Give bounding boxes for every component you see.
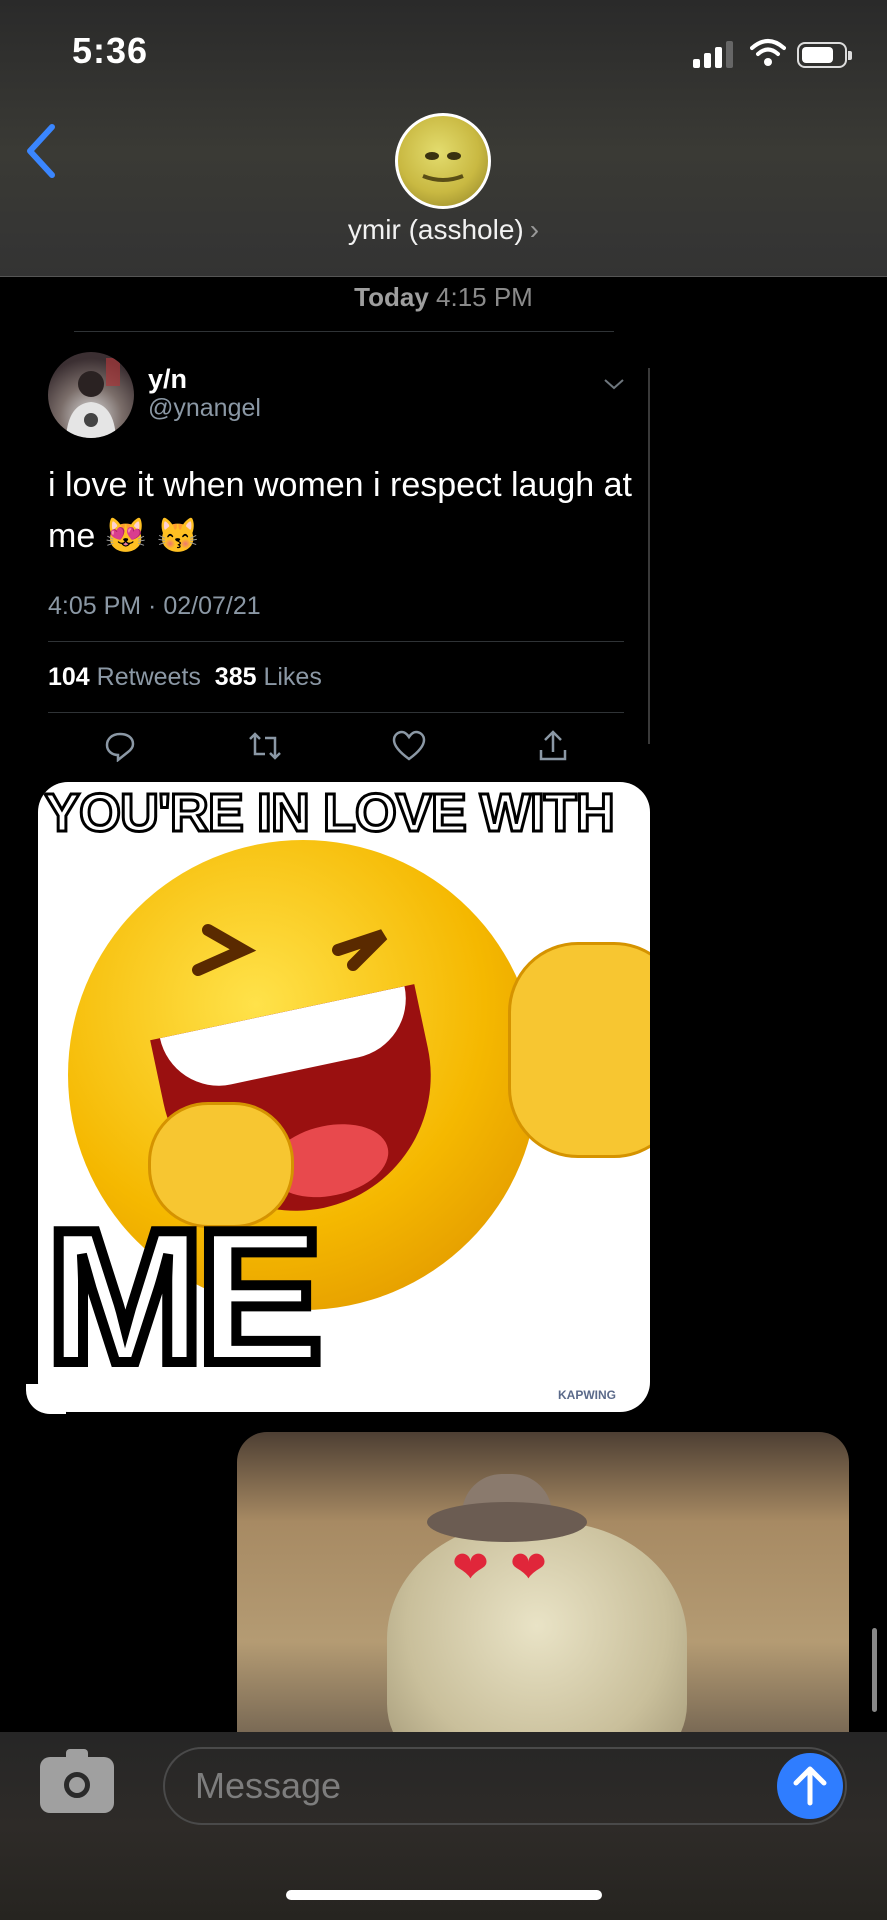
divider: [48, 641, 624, 642]
squint-eyes: [192, 924, 388, 976]
meme-image-message[interactable]: YOU'RE IN LOVE WITH ME KAPWING: [38, 782, 650, 1412]
status-time: 5:36: [72, 30, 149, 71]
contact-name-button[interactable]: ymir (asshole) ›: [0, 214, 887, 246]
tweet-stats: 104 Retweets 385 Likes: [48, 663, 322, 692]
thread-timestamp: Today 4:15 PM: [0, 282, 887, 313]
divider: [48, 712, 624, 713]
chevron-left-icon: [27, 124, 55, 178]
retweets-count: 104: [48, 663, 90, 691]
tweet-card-edge: [648, 368, 650, 744]
home-indicator[interactable]: [286, 1890, 602, 1900]
reply-icon[interactable]: [104, 730, 136, 762]
camera-button[interactable]: [40, 1749, 114, 1813]
likes-count: 385: [214, 663, 257, 691]
retweets-label: Retweets: [96, 663, 201, 691]
cat-image-message[interactable]: ❤ ❤: [237, 1432, 849, 1732]
signal-icon: [693, 40, 735, 68]
meme-watermark: KAPWING: [558, 1388, 616, 1402]
tweet-display-name: y/n: [148, 364, 188, 394]
divider: [74, 331, 614, 332]
back-button[interactable]: [24, 120, 58, 190]
meme-bottom-text: ME: [41, 1191, 328, 1403]
contact-avatar[interactable]: [395, 113, 491, 209]
scroll-indicator[interactable]: [872, 1628, 877, 1712]
message-placeholder: Message: [195, 1765, 342, 1806]
meme-top-text: YOU'RE IN LOVE WITH: [43, 782, 617, 845]
timestamp-day: Today: [354, 282, 429, 312]
avatar-person: [66, 358, 120, 438]
timestamp-time: 4:15 PM: [436, 282, 533, 312]
likes-label: Likes: [263, 663, 322, 691]
contact-name: ymir (asshole): [347, 214, 524, 245]
like-icon[interactable]: [392, 730, 426, 762]
send-button[interactable]: [777, 1753, 843, 1819]
share-icon[interactable]: [537, 730, 569, 762]
wifi-icon: [750, 39, 786, 66]
chevron-right-icon: ›: [529, 214, 540, 245]
tweet-handle: @ynangel: [148, 394, 261, 422]
retweet-icon[interactable]: [248, 730, 282, 762]
tweet-date: 4:05 PM · 02/07/21: [48, 592, 261, 620]
tweet-text: i love it when women i respect laugh at …: [48, 466, 632, 555]
heart-eye-icon: ❤: [510, 1543, 547, 1592]
tweet-avatar: [48, 352, 134, 438]
heart-eye-icon: ❤: [452, 1543, 489, 1592]
pointing-hand: [508, 942, 650, 1158]
battery-icon: [797, 42, 852, 68]
send-arrow-icon: [793, 1766, 827, 1806]
avatar-face: [422, 152, 464, 182]
cowboy-hat-brim: [427, 1502, 587, 1542]
chevron-down-icon[interactable]: [602, 376, 626, 392]
camera-icon: [64, 1772, 90, 1798]
